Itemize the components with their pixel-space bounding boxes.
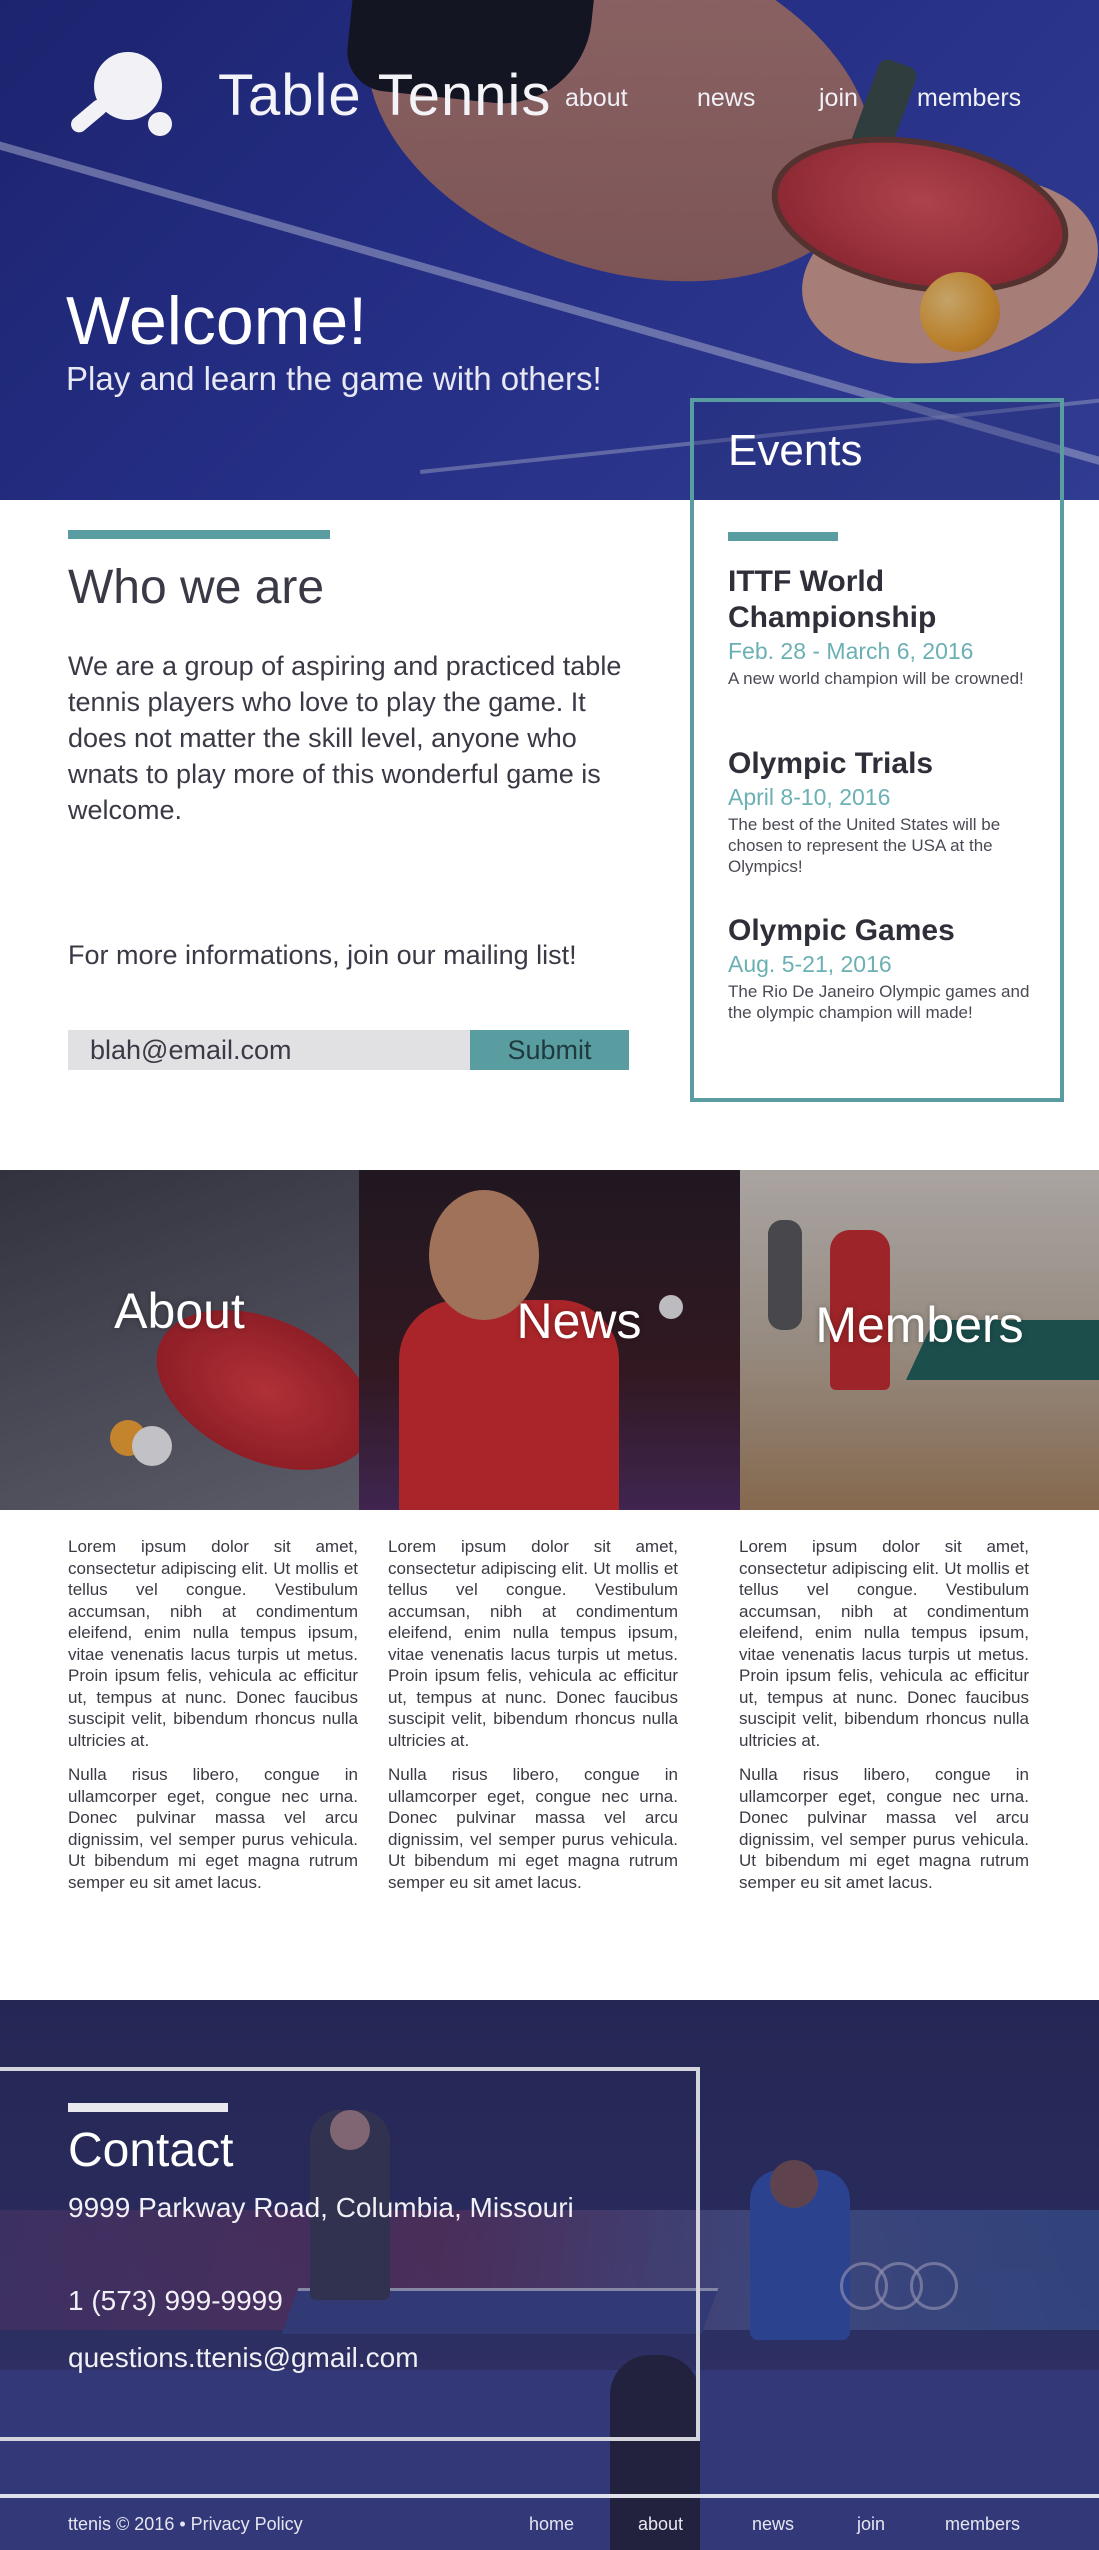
members-column: Lorem ipsum dolor sit amet, consectetur … <box>739 1536 1029 1893</box>
tile-about-label[interactable]: About <box>0 1282 359 1340</box>
contact-section: Contact 9999 Parkway Road, Columbia, Mis… <box>0 2000 1099 2550</box>
nav-members[interactable]: members <box>917 84 1021 113</box>
events-heading: Events <box>728 426 863 475</box>
section-accent-bar <box>68 530 330 539</box>
welcome-heading: Welcome! <box>66 283 368 359</box>
column-paragraph: Lorem ipsum dolor sit amet, consectetur … <box>388 1537 678 1750</box>
tile-about[interactable]: About <box>0 1170 359 1510</box>
footer-divider <box>0 2494 1099 2498</box>
email-input[interactable] <box>68 1030 470 1070</box>
nav-about[interactable]: about <box>565 84 628 113</box>
submit-button[interactable]: Submit <box>470 1030 629 1070</box>
nav-join[interactable]: join <box>819 84 858 113</box>
who-we-are-text: We are a group of aspiring and practiced… <box>68 651 622 825</box>
about-column: Lorem ipsum dolor sit amet, consectetur … <box>68 1536 358 1893</box>
event-description: The best of the United States will be ch… <box>728 815 1001 876</box>
event-description: The Rio De Janeiro Olympic games and the… <box>728 982 1030 1022</box>
column-paragraph: Nulla risus libero, congue in ullamcorpe… <box>739 1765 1029 1892</box>
site-title[interactable]: Table Tennis <box>218 62 551 129</box>
footer-nav-news[interactable]: news <box>752 2514 794 2535</box>
tile-members[interactable]: Members <box>740 1170 1099 1510</box>
section-accent-bar <box>728 532 838 541</box>
contact-email[interactable]: questions.ttenis@gmail.com <box>68 2340 628 2376</box>
contact-phone[interactable]: 1 (573) 999-9999 <box>68 2283 628 2319</box>
tile-news[interactable]: News <box>359 1170 740 1510</box>
event-description: A new world champion will be crowned! <box>728 669 1024 688</box>
nav-news[interactable]: news <box>697 84 755 113</box>
who-we-are-heading: Who we are <box>68 561 325 614</box>
event-date: Feb. 28 - March 6, 2016 <box>728 638 974 664</box>
footer-nav-join[interactable]: join <box>857 2514 885 2535</box>
section-accent-bar <box>68 2103 228 2112</box>
column-paragraph: Lorem ipsum dolor sit amet, consectetur … <box>739 1537 1029 1750</box>
column-paragraph: Lorem ipsum dolor sit amet, consectetur … <box>68 1537 358 1750</box>
footer-nav-about[interactable]: about <box>638 2514 683 2535</box>
event-name[interactable]: Olympic Trials <box>728 746 1038 782</box>
event-date: April 8-10, 2016 <box>728 784 891 810</box>
events-panel: Events ITTF World Championship Feb. 28 -… <box>690 398 1064 1102</box>
ping-pong-paddle-icon[interactable] <box>66 50 176 150</box>
event-name[interactable]: ITTF World Championship <box>728 564 1038 636</box>
event-date: Aug. 5-21, 2016 <box>728 951 892 977</box>
contact-heading: Contact <box>68 2124 234 2177</box>
tile-members-label[interactable]: Members <box>740 1296 1099 1354</box>
footer-nav-members[interactable]: members <box>945 2514 1020 2535</box>
column-paragraph: Nulla risus libero, congue in ullamcorpe… <box>388 1765 678 1892</box>
news-column: Lorem ipsum dolor sit amet, consectetur … <box>388 1536 678 1893</box>
tile-news-label[interactable]: News <box>439 1292 719 1350</box>
footer-nav-home[interactable]: home <box>529 2514 574 2535</box>
contact-address: 9999 Parkway Road, Columbia, Missouri <box>68 2192 574 2223</box>
welcome-subtitle: Play and learn the game with others! <box>66 360 602 397</box>
mailing-list-text: For more informations, join our mailing … <box>68 940 577 970</box>
footer-copyright[interactable]: ttenis © 2016 • Privacy Policy <box>68 2514 303 2535</box>
column-paragraph: Nulla risus libero, congue in ullamcorpe… <box>68 1765 358 1892</box>
event-name[interactable]: Olympic Games <box>728 913 1038 949</box>
